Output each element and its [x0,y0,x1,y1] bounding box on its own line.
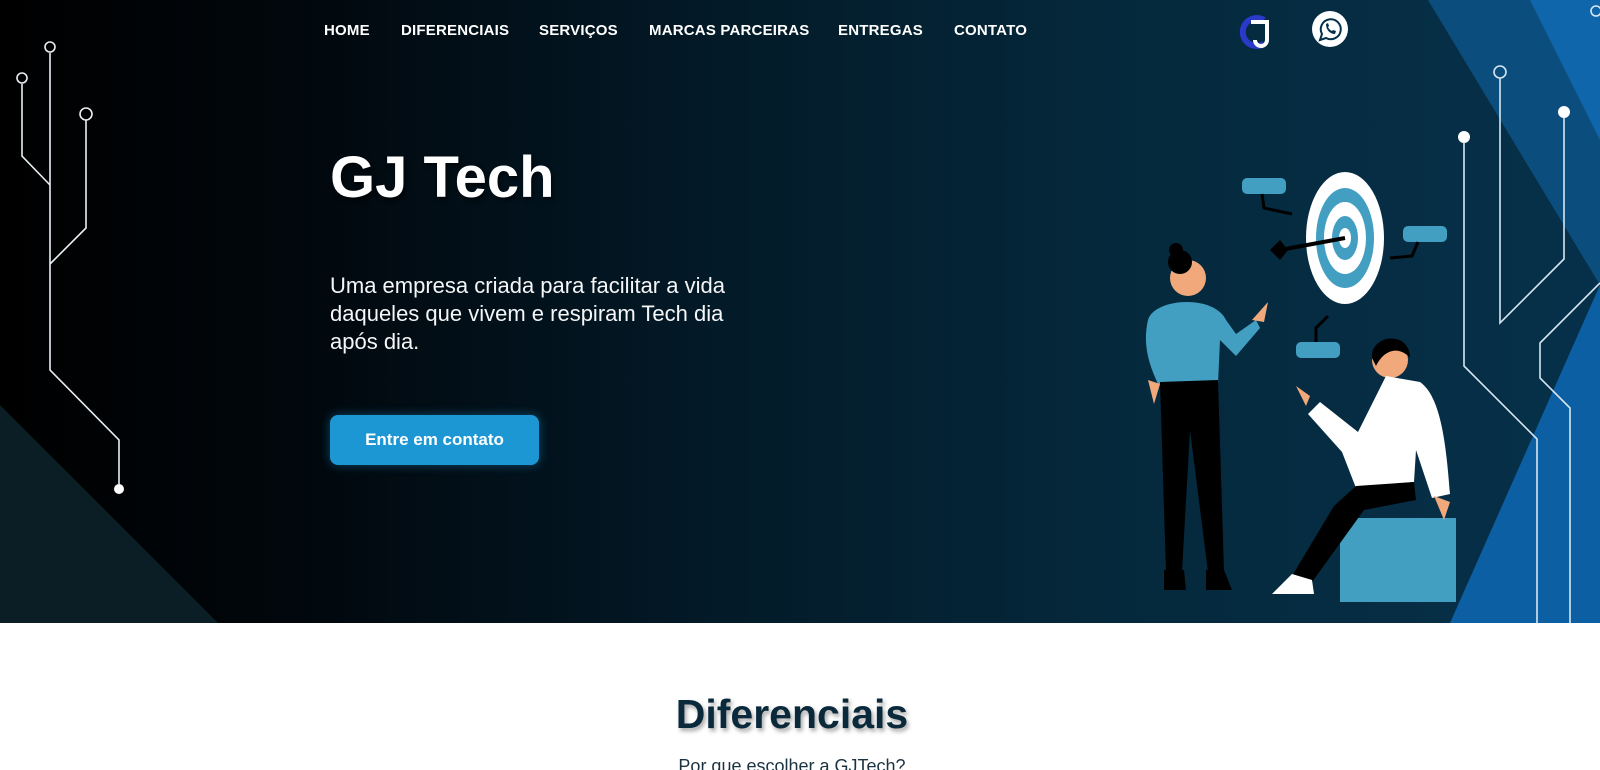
differentials-subtitle: Por que escolher a GJTech? [678,756,906,770]
seated-person [1272,338,1456,602]
target-icon [1270,172,1384,304]
target-illustration [1145,172,1456,602]
hero-description: Uma empresa criada para facilitar a vida… [330,273,725,354]
bottom-right-shape [1450,285,1600,623]
nav-item-diferenciais[interactable]: DIFERENCIAIS [401,20,509,42]
left-circuit-lines [21,53,120,484]
gj-logo-icon[interactable] [1234,10,1278,54]
left-circuit-nodes [16,41,93,121]
standing-person [1145,243,1268,590]
left-circuit-end [114,484,124,494]
nav-item-servicos[interactable]: SERVIÇOS [539,20,618,42]
differentials-title: Diferenciais [675,691,909,737]
nav-item-entregas[interactable]: ENTREGAS [838,20,923,42]
nav-item-marcas-parceiras[interactable]: MARCAS PARCEIRAS [649,20,809,42]
hero-title: GJ Tech [330,145,555,210]
whatsapp-icon[interactable] [1311,10,1349,48]
contact-button[interactable]: Entre em contato [330,415,539,465]
bottom-left-shape [0,405,218,623]
hero-section: HOME DIFERENCIAIS SERVIÇOS MARCAS PARCEI… [0,0,1600,623]
nav-item-contato[interactable]: CONTATO [954,20,1027,42]
nav-item-home[interactable]: HOME [324,20,370,42]
